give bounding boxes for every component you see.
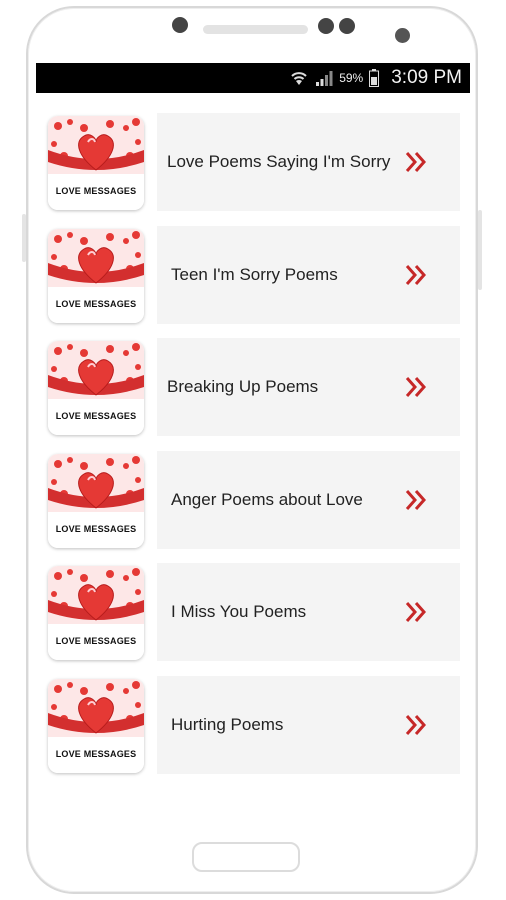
list-item-card[interactable]: Love Poems Saying I'm Sorry	[157, 113, 460, 211]
list-item-label: Teen I'm Sorry Poems	[171, 265, 338, 284]
love-messages-thumbnail: LOVE MESSAGES	[48, 679, 144, 773]
sensor-icon	[339, 18, 355, 34]
double-chevron-right-icon[interactable]	[404, 599, 430, 625]
list-item-card[interactable]: Hurting Poems	[157, 676, 460, 774]
list-item-label: Love Poems Saying I'm Sorry	[167, 152, 391, 171]
double-chevron-right-icon[interactable]	[404, 712, 430, 738]
list-item-label: Hurting Poems	[171, 715, 284, 734]
signal-icon	[316, 71, 333, 86]
list-item-card[interactable]: Breaking Up Poems	[157, 338, 460, 436]
list-item-label: Breaking Up Poems	[167, 377, 319, 396]
list-item-1[interactable]: LOVE MESSAGES Teen I'm Sorry Poems	[36, 226, 470, 326]
list-item-card[interactable]: I Miss You Poems	[157, 563, 460, 661]
volume-button	[22, 214, 26, 262]
love-messages-thumbnail: LOVE MESSAGES	[48, 566, 144, 660]
list-item-2[interactable]: LOVE MESSAGES Breaking Up Poems	[36, 338, 470, 438]
double-chevron-right-icon[interactable]	[404, 487, 430, 513]
list-item-4[interactable]: LOVE MESSAGES I Miss You Poems	[36, 563, 470, 663]
wifi-icon	[291, 72, 307, 85]
sensor-icon	[318, 18, 334, 34]
list-item-3[interactable]: LOVE MESSAGES Anger Poems about Love	[36, 451, 470, 551]
power-button	[478, 210, 482, 290]
double-chevron-right-icon[interactable]	[404, 374, 430, 400]
list-item-label: Anger Poems about Love	[171, 490, 363, 509]
status-bar: 59% 3:09 PM	[36, 63, 470, 93]
thumbnail-label: LOVE MESSAGES	[55, 749, 137, 759]
list-item-5[interactable]: LOVE MESSAGES Hurting Poems	[36, 676, 470, 776]
status-clock: 3:09 PM	[391, 67, 462, 88]
thumbnail-label: LOVE MESSAGES	[55, 186, 137, 196]
thumbnail-label: LOVE MESSAGES	[55, 524, 137, 534]
earpiece-speaker	[203, 25, 308, 34]
love-messages-thumbnail: LOVE MESSAGES	[48, 116, 144, 210]
sensor-icon	[172, 17, 188, 33]
list-item-card[interactable]: Anger Poems about Love	[157, 451, 460, 549]
battery-percent: 59%	[339, 71, 364, 85]
thumbnail-label: LOVE MESSAGES	[55, 411, 137, 421]
battery-icon	[369, 69, 380, 87]
home-button[interactable]	[192, 842, 300, 872]
love-messages-thumbnail: LOVE MESSAGES	[48, 454, 144, 548]
list-item-0[interactable]: LOVE MESSAGES Love Poems Saying I'm Sorr…	[36, 113, 470, 213]
love-messages-thumbnail: LOVE MESSAGES	[48, 229, 144, 323]
thumbnail-label: LOVE MESSAGES	[55, 636, 137, 646]
double-chevron-right-icon[interactable]	[404, 149, 430, 175]
love-messages-thumbnail: LOVE MESSAGES	[48, 341, 144, 435]
list-item-label: I Miss You Poems	[171, 602, 307, 621]
list-item-card[interactable]: Teen I'm Sorry Poems	[157, 226, 460, 324]
double-chevron-right-icon[interactable]	[404, 262, 430, 288]
thumbnail-label: LOVE MESSAGES	[55, 299, 137, 309]
front-camera-icon	[395, 28, 410, 43]
app-screen: 59% 3:09 PM LOVE MESSAGES Love Poems Say…	[36, 63, 470, 823]
